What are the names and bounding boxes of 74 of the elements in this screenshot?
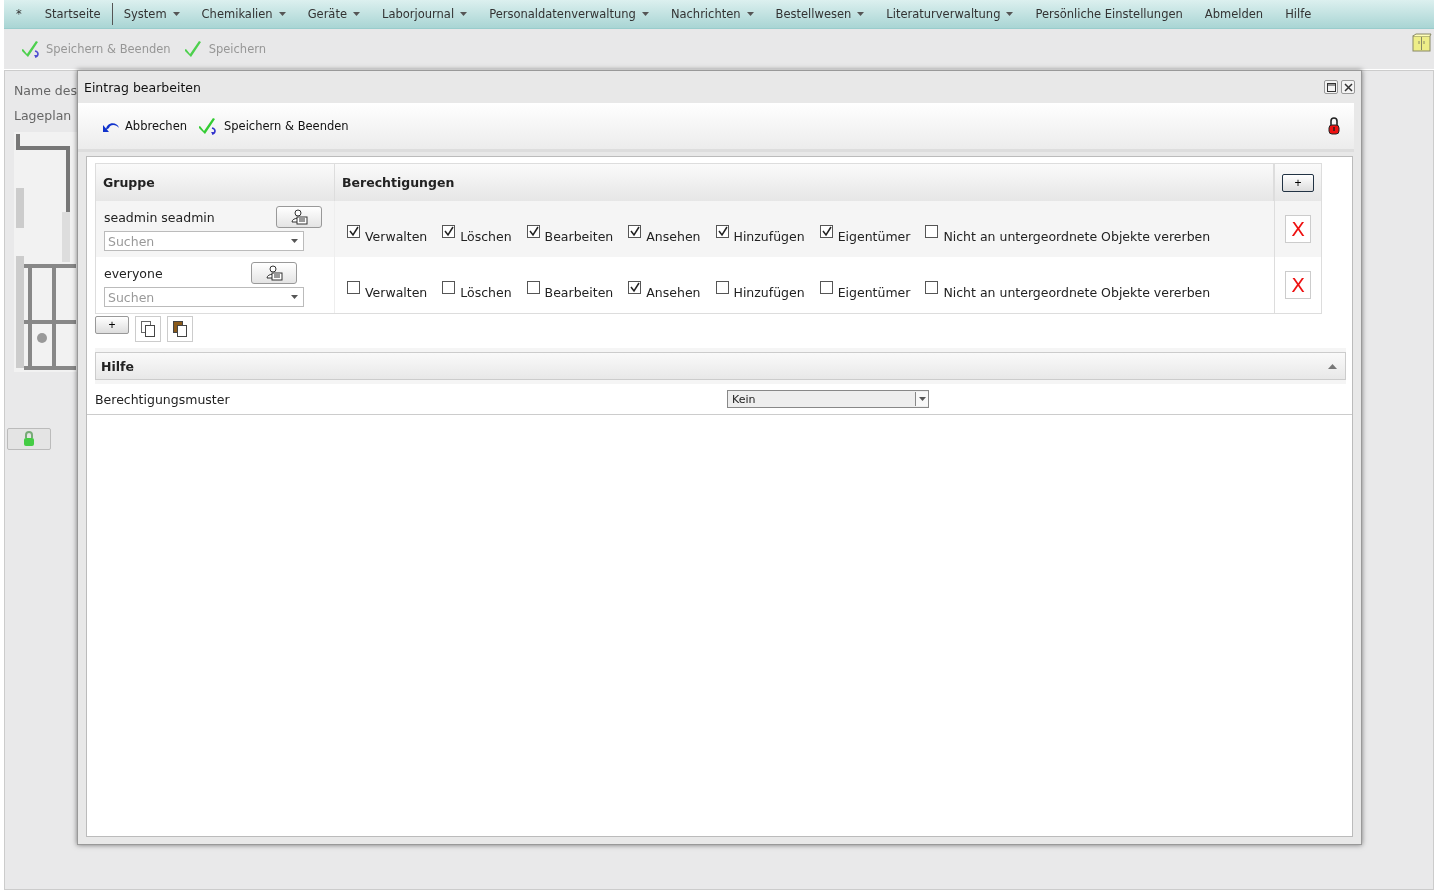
menu-item[interactable]: System [112, 3, 191, 25]
field-label: Berechtigungsmuster [95, 391, 231, 407]
checkbox[interactable] [715, 224, 729, 238]
checkbox[interactable] [442, 280, 456, 294]
add-button[interactable]: + [1282, 173, 1314, 192]
checkbox[interactable] [347, 280, 360, 294]
menu-item[interactable]: Startseite [33, 3, 112, 25]
checkbox-label: Verwalten [365, 284, 428, 300]
group-name: everyone [104, 265, 163, 281]
user-lookup-button[interactable] [276, 206, 322, 228]
padlock-icon[interactable] [1328, 117, 1340, 135]
checkbox-label: Bearbeiten [544, 228, 614, 244]
checkbox-label: Hinzufügen [733, 228, 805, 244]
template-dropdown[interactable]: Kein [727, 390, 929, 408]
checkbox[interactable] [715, 280, 729, 294]
checkbox-label: Eigentümer [837, 228, 911, 244]
check-arrow-icon [22, 39, 42, 59]
checkbox[interactable] [925, 280, 939, 294]
caret-icon [915, 392, 928, 406]
checkbox[interactable] [526, 280, 540, 294]
menu-item[interactable]: Persönliche Einstellungen [1024, 3, 1194, 25]
close-button[interactable] [1341, 80, 1355, 94]
delete-button[interactable]: X [1285, 215, 1311, 243]
checkbox[interactable] [347, 224, 360, 238]
collapse-icon[interactable] [1328, 363, 1337, 369]
user-card-icon [263, 265, 285, 281]
user-lookup-button[interactable] [251, 262, 297, 284]
checkbox-label: Löschen [460, 284, 512, 300]
caret-icon [291, 239, 298, 243]
checkbox[interactable] [628, 280, 642, 294]
checkbox[interactable] [925, 224, 939, 238]
menu-item[interactable]: Hilfe [1274, 3, 1323, 25]
section-header[interactable]: Hilfe [95, 352, 1346, 380]
add-row-button[interactable]: + [95, 316, 129, 334]
cabinet-icon[interactable] [1412, 33, 1432, 53]
copy-button[interactable] [135, 316, 161, 342]
dialog-title: Eintrag bearbeiten [84, 79, 202, 95]
padlock-icon [23, 431, 35, 447]
checkbox-label: Bearbeiten [544, 284, 614, 300]
menu-item[interactable]: Laborjournal [371, 3, 479, 25]
checkbox-label: Hinzufügen [733, 284, 805, 300]
menu-item[interactable]: Nachrichten [659, 3, 765, 25]
caret-icon [291, 295, 298, 299]
menu-item[interactable]: * [4, 3, 34, 25]
paste-icon [173, 321, 187, 337]
field-label: Name des [14, 83, 77, 100]
paste-button[interactable] [167, 316, 193, 342]
menu-item[interactable]: Bestellwesen [764, 3, 876, 25]
delete-button[interactable]: X [1285, 271, 1311, 299]
checkbox[interactable] [526, 224, 540, 238]
menu-item[interactable]: Geräte [296, 3, 371, 25]
menu-item[interactable]: Literaturverwaltung [875, 3, 1025, 25]
checkbox[interactable] [628, 224, 642, 238]
checkbox-label: Eigentümer [837, 284, 911, 300]
checkbox[interactable] [442, 224, 456, 238]
maximize-button[interactable] [1324, 80, 1338, 94]
menu-item[interactable]: Personaldatenverwaltung [478, 3, 660, 25]
checkbox-label: Ansehen [646, 284, 701, 300]
checkbox-label: Nicht an untergeordnete Objekte vererben [943, 284, 1211, 300]
group-name: seadmin seadmin [104, 209, 215, 225]
checkbox-label: Verwalten [365, 228, 428, 244]
checkbox[interactable] [819, 224, 833, 238]
user-card-icon [288, 209, 310, 225]
copy-icon [141, 321, 155, 337]
check-arrow-icon [199, 116, 219, 136]
checkbox-label: Löschen [460, 228, 512, 244]
toolbar-button[interactable]: Speichern & Beenden [199, 116, 349, 136]
checkbox-label: Ansehen [646, 228, 701, 244]
menu-item[interactable]: Abmelden [1193, 3, 1275, 25]
checkbox-label: Nicht an untergeordnete Objekte vererben [943, 228, 1211, 244]
menu-item[interactable]: Chemikalien [190, 3, 297, 25]
toolbar-button[interactable]: Abbrechen [102, 119, 187, 133]
field-label: Lageplan [14, 108, 72, 125]
checkbox[interactable] [819, 280, 833, 294]
